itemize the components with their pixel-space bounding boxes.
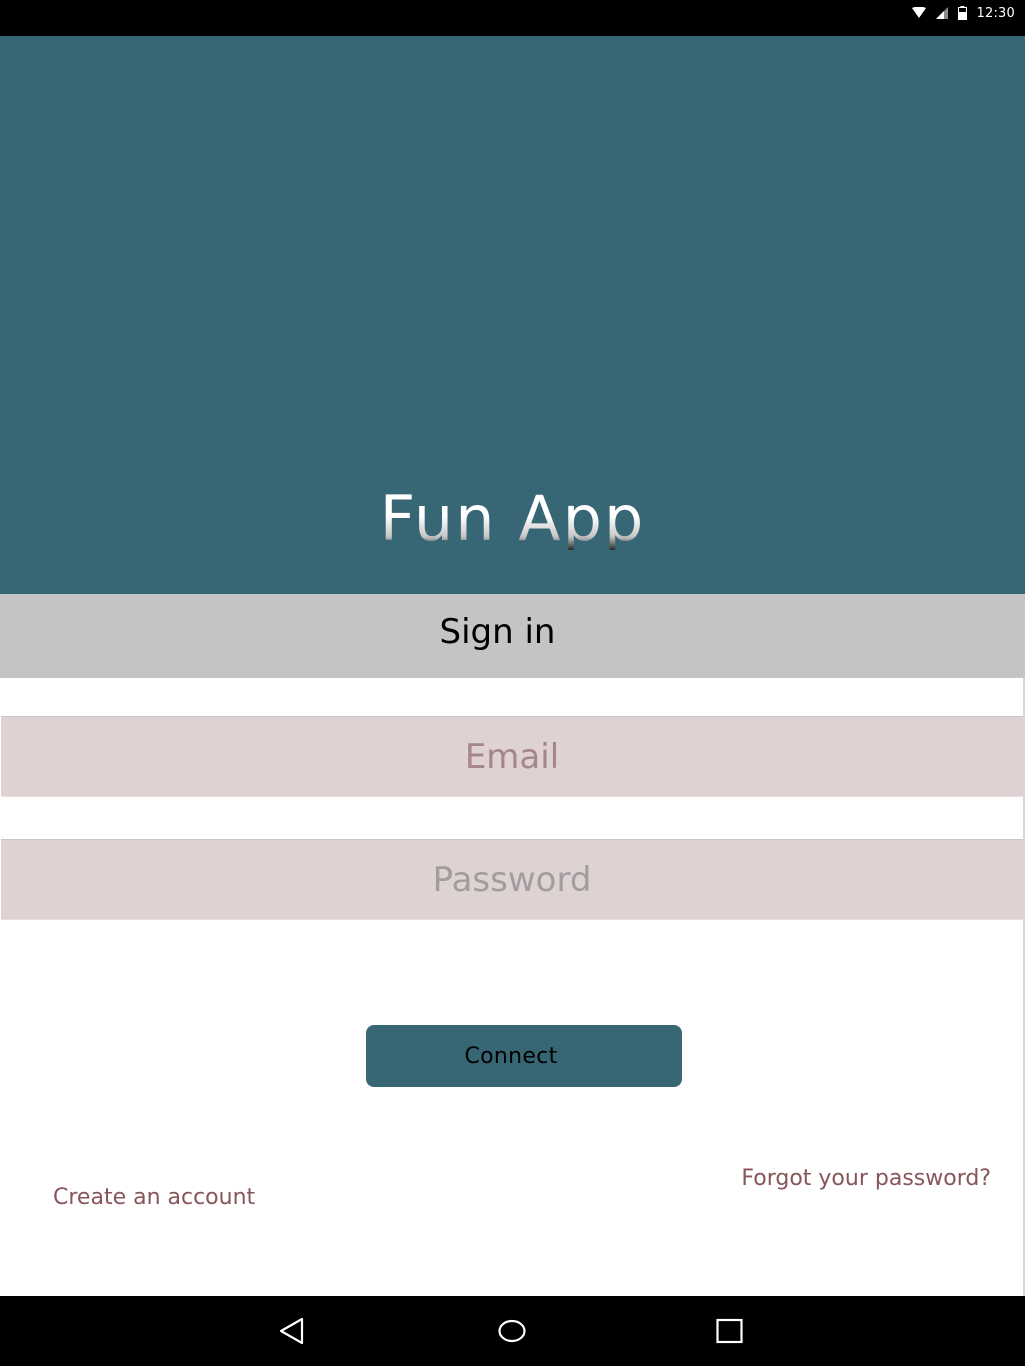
signin-header: Sign in <box>0 594 1025 678</box>
status-time: 12:30 <box>976 5 1015 21</box>
navigation-bar <box>0 1296 1025 1366</box>
email-field[interactable] <box>1 716 1023 797</box>
forgot-password-link[interactable]: Forgot your password? <box>741 1166 991 1191</box>
home-icon <box>498 1319 526 1343</box>
signin-title: Sign in <box>439 612 556 652</box>
login-screen: 12:30 Fun App Sign in Connect Create an … <box>0 0 1025 1366</box>
app-title: Fun App <box>0 488 1025 550</box>
recents-icon <box>716 1318 743 1344</box>
back-icon <box>279 1317 304 1345</box>
cellular-signal-icon <box>935 7 948 19</box>
recents-button[interactable] <box>699 1296 759 1366</box>
create-account-link[interactable]: Create an account <box>53 1185 255 1210</box>
password-field[interactable] <box>1 839 1023 920</box>
wifi-icon <box>911 7 926 18</box>
status-bar: 12:30 <box>0 0 1025 36</box>
connect-button-label: Connect <box>464 1043 558 1069</box>
status-icons: 12:30 <box>911 0 1015 26</box>
connect-button[interactable]: Connect <box>366 1025 682 1087</box>
back-button[interactable] <box>262 1296 322 1366</box>
battery-icon <box>957 6 967 20</box>
app-header: Fun App <box>0 36 1025 594</box>
home-button[interactable] <box>482 1296 542 1366</box>
